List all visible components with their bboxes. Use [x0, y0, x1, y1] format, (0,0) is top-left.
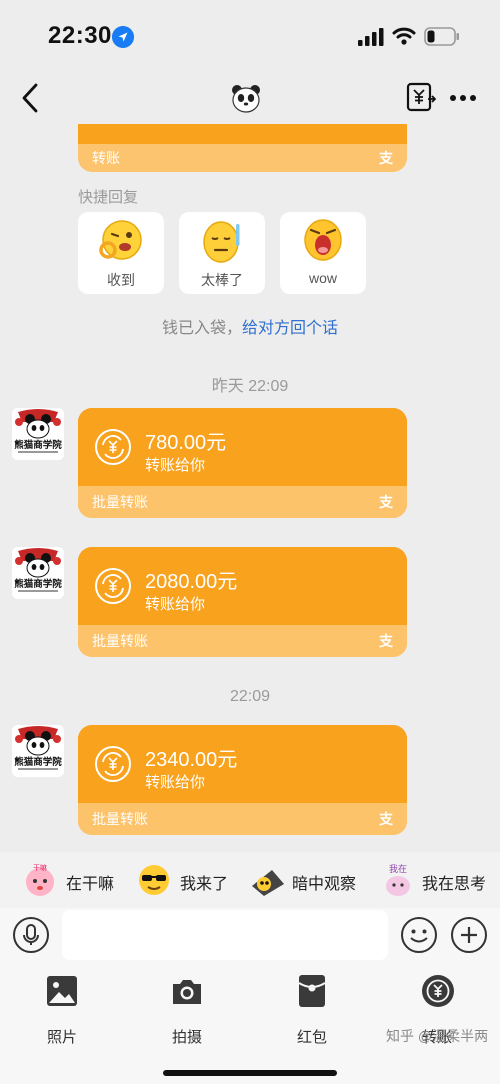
wifi-icon — [392, 27, 416, 45]
sticker-label: 我在思考 — [422, 876, 487, 893]
input-bar — [0, 908, 500, 964]
panda-icon — [232, 85, 260, 113]
alipay-logo-icon: 支 — [379, 494, 393, 510]
toolbar-label: 拍摄 — [171, 1029, 202, 1046]
transfer-amount: 780.00元 — [145, 432, 227, 454]
avatar[interactable]: 熊猫商学院 — [12, 547, 64, 599]
transfer-desc: 转账给你 — [145, 774, 206, 791]
quick-reply-received[interactable]: 收到 — [78, 212, 164, 294]
emoji-icon[interactable] — [400, 916, 438, 954]
transfer-desc: 转账给你 — [145, 457, 206, 474]
svg-text:我在: 我在 — [389, 863, 407, 875]
svg-text:干嘛: 干嘛 — [33, 863, 47, 872]
transfer-card[interactable]: 780.00元 转账给你 批量转账 支 — [78, 408, 407, 518]
card-footer-label: 批量转账 — [92, 633, 148, 649]
sticker-suggestion[interactable]: 暗中观察 — [250, 860, 362, 900]
thinking-sticker-icon: 我在 — [386, 863, 410, 896]
transfer-card-partial[interactable]: 转账 支 — [78, 124, 407, 172]
photo-icon — [47, 976, 77, 1006]
status-time: 22:30 — [48, 22, 112, 49]
reply-link[interactable]: 给对方回个话 — [242, 320, 338, 337]
svg-text:熊猫商学院: 熊猫商学院 — [14, 439, 62, 451]
toolbar-red-packet[interactable]: 红包 — [267, 974, 357, 1046]
transfer-card[interactable]: 2080.00元 转账给你 批量转账 支 — [78, 547, 407, 657]
camera-icon — [173, 980, 201, 1004]
microphone-icon[interactable] — [12, 916, 50, 954]
quick-reply-label: 快捷回复 — [78, 189, 139, 206]
toolbar-photo[interactable]: 照片 — [17, 974, 107, 1046]
card-footer-label: 转账 — [92, 150, 120, 166]
sticker-label: 在干嘛 — [66, 876, 115, 893]
yuan-exchange-icon[interactable] — [406, 82, 436, 112]
avatar[interactable]: 熊猫商学院 — [12, 408, 64, 460]
baby-sticker-icon: 干嘛 — [26, 863, 54, 896]
sunglasses-sticker-icon — [139, 865, 169, 895]
transfer-amount: 2340.00元 — [145, 749, 238, 771]
toolbar-label: 红包 — [296, 1029, 327, 1046]
alipay-logo-icon: 支 — [379, 633, 393, 649]
message-input[interactable] — [62, 910, 388, 960]
sweat-emoji-icon — [203, 221, 240, 263]
transfer-desc: 转账给你 — [145, 596, 206, 613]
home-indicator — [163, 1070, 337, 1076]
ok-emoji-icon — [99, 220, 142, 260]
location-arrow-icon — [112, 26, 134, 48]
transfer-amount: 2080.00元 — [145, 571, 238, 593]
sticker-suggestion[interactable]: 我在 我在思考 — [380, 860, 490, 900]
alipay-logo-icon: 支 — [379, 150, 393, 166]
card-footer-label: 批量转账 — [92, 494, 148, 510]
transfer-yuan-icon — [95, 568, 131, 604]
sticker-suggestion[interactable]: 我来了 — [136, 860, 236, 900]
quick-reply-label-received: 收到 — [107, 272, 135, 288]
card-footer-label: 批量转账 — [92, 811, 148, 827]
avatar[interactable]: 熊猫商学院 — [12, 725, 64, 777]
svg-text:熊猫商学院: 熊猫商学院 — [14, 578, 62, 590]
sticker-suggestion-bar: 干嘛 在干嘛 我来了 暗中观察 我在 我在思考 — [0, 852, 500, 908]
status-bar: 22:30 — [0, 0, 500, 72]
peek-sticker-icon — [252, 870, 284, 896]
message-timestamp: 22:09 — [229, 688, 271, 705]
wow-emoji-icon — [304, 219, 342, 261]
plus-icon[interactable] — [450, 916, 488, 954]
quick-reply-label-wow: wow — [308, 270, 337, 286]
quick-reply-wow[interactable]: wow — [280, 212, 366, 294]
bottom-toolbar: 照片 拍摄 红包 转账 知乎 @温柔半两 — [0, 964, 500, 1084]
quick-reply-label-great: 太棒了 — [201, 272, 243, 288]
cellular-signal-icon — [358, 28, 384, 46]
nav-bar — [0, 72, 500, 124]
chat-area[interactable]: 转账 支 快捷回复 收到 太棒了 wow 钱已入袋，给对方回个话 昨天 22:0… — [0, 124, 500, 852]
sticker-suggestion[interactable]: 干嘛 在干嘛 — [22, 860, 118, 900]
toolbar-label: 照片 — [46, 1029, 77, 1046]
received-tip-text: 钱已入袋， — [161, 320, 242, 337]
svg-text:熊猫商学院: 熊猫商学院 — [14, 756, 62, 768]
received-tip: 钱已入袋，给对方回个话 — [0, 314, 500, 338]
message-timestamp: 昨天 22:09 — [211, 378, 289, 395]
ellipsis-icon[interactable] — [448, 88, 478, 108]
sticker-label: 暗中观察 — [292, 876, 357, 893]
red-packet-icon — [298, 975, 326, 1007]
transfer-card[interactable]: 2340.00元 转账给你 批量转账 支 — [78, 725, 407, 835]
chevron-left-icon[interactable] — [16, 80, 44, 116]
sticker-label: 我来了 — [180, 876, 229, 893]
transfer-icon — [422, 975, 454, 1007]
quick-reply-great[interactable]: 太棒了 — [179, 212, 265, 294]
transfer-yuan-icon — [95, 429, 131, 465]
toolbar-camera[interactable]: 拍摄 — [142, 974, 232, 1046]
alipay-logo-icon: 支 — [379, 811, 393, 827]
battery-icon — [424, 27, 459, 46]
watermark: 知乎 @温柔半两 — [386, 1028, 489, 1044]
transfer-yuan-icon — [95, 746, 131, 782]
